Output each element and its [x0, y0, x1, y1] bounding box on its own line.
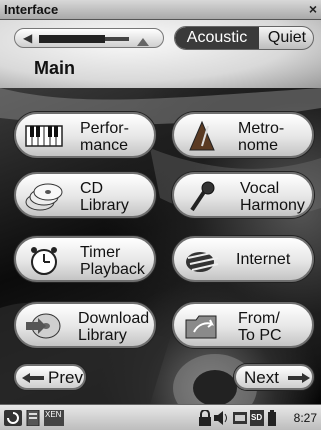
taskbar: XEN SD 8:27	[0, 404, 321, 430]
start-menu-icon[interactable]	[4, 410, 22, 426]
speaker-volume-icon[interactable]	[214, 410, 230, 426]
volume-slider[interactable]: ◀	[14, 28, 164, 48]
speaker-icon: ◀	[23, 31, 33, 45]
next-label: Next	[244, 368, 279, 387]
performance-label: Perfor- mance	[80, 120, 129, 154]
mode-acoustic-option[interactable]: Acoustic	[175, 27, 259, 49]
download-library-button[interactable]: Download Library	[14, 302, 156, 348]
document-app-icon[interactable]	[26, 410, 40, 426]
battery-icon[interactable]	[268, 410, 276, 426]
header-panel: ◀ Acoustic Quiet Main	[0, 20, 321, 88]
from-to-pc-button[interactable]: From/ To PC	[172, 302, 314, 348]
prev-button[interactable]: Prev	[14, 364, 86, 390]
lock-icon[interactable]	[198, 410, 212, 426]
clock[interactable]: 8:27	[294, 411, 317, 425]
mode-quiet-option[interactable]: Quiet	[259, 27, 313, 49]
internet-label: Internet	[236, 251, 291, 268]
from-to-pc-label: From/ To PC	[238, 310, 282, 344]
close-icon[interactable]: ×	[309, 1, 317, 17]
volume-level-bar	[39, 35, 105, 43]
alarm-clock-icon	[31, 247, 57, 275]
download-disc-icon	[26, 313, 61, 339]
volume-thumb[interactable]	[137, 38, 149, 46]
sd-label: SD	[251, 413, 263, 422]
sound-mode-toggle[interactable]: Acoustic Quiet	[174, 26, 314, 50]
prev-label: Prev	[48, 368, 83, 387]
vocal-harmony-label: Vocal Harmony	[240, 180, 305, 214]
cd-library-label: CD Library	[80, 180, 129, 214]
cd-discs-icon	[25, 183, 63, 211]
left-arrow-icon	[22, 373, 44, 383]
sd-card-icon[interactable]: SD	[250, 410, 264, 426]
memory-card-icon[interactable]	[233, 410, 247, 426]
folder-transfer-icon	[185, 315, 217, 339]
page-title: Main	[34, 58, 76, 78]
title-bar: Interface ×	[0, 0, 321, 20]
internet-button[interactable]: Internet	[172, 236, 314, 282]
timer-playback-label: Timer Playback	[80, 244, 145, 278]
window-title: Interface	[4, 2, 59, 17]
metronome-button[interactable]: Metro- nome	[172, 112, 314, 158]
right-arrow-icon	[288, 373, 310, 383]
metronome-icon	[189, 120, 215, 151]
xen-label: XEN	[45, 410, 62, 419]
internet-globe-icon	[186, 251, 219, 272]
cd-library-button[interactable]: CD Library	[14, 172, 156, 218]
microphone-icon	[190, 181, 215, 212]
vocal-harmony-button[interactable]: Vocal Harmony	[172, 172, 314, 218]
metronome-label: Metro- nome	[238, 120, 285, 154]
app-screen: Interface × ◀ Acoustic Quiet Main Perfor…	[0, 0, 321, 430]
piano-keyboard-icon	[25, 125, 63, 147]
xen-app-icon[interactable]: XEN	[44, 410, 64, 426]
performance-button[interactable]: Perfor- mance	[14, 112, 156, 158]
timer-playback-button[interactable]: Timer Playback	[14, 236, 156, 282]
download-library-label: Download Library	[78, 310, 150, 344]
next-button[interactable]: Next	[234, 364, 314, 390]
